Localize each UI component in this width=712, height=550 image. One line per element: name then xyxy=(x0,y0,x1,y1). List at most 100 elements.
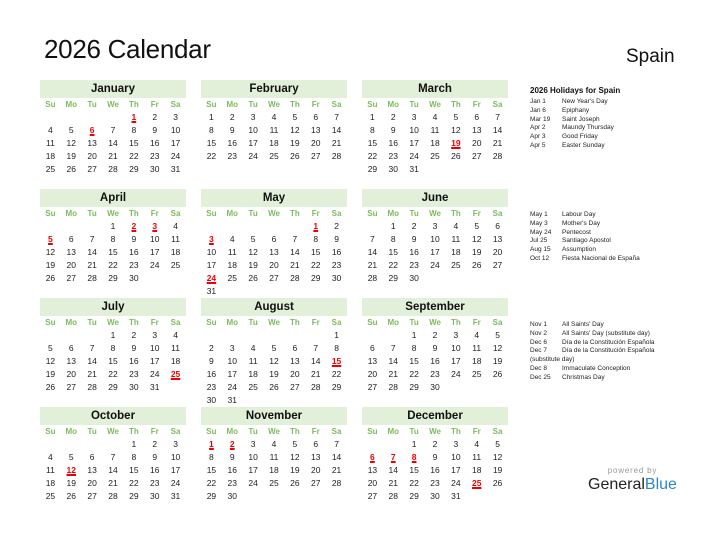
generalblue-logo[interactable]: GeneralBlue xyxy=(588,476,677,494)
day-cell: 9 xyxy=(152,452,158,462)
empty-cell xyxy=(61,329,82,342)
day-cell: 21 xyxy=(388,478,398,488)
day-cell: 17 xyxy=(170,465,181,475)
day-cell: 6 xyxy=(370,343,375,353)
day-cell: 25 xyxy=(248,382,258,392)
holiday-day: 2 xyxy=(131,221,137,231)
day-cell: 27 xyxy=(367,491,378,501)
day-cell: 26 xyxy=(492,369,503,379)
holiday-name: All Saints' Day xyxy=(562,321,604,328)
day-cell: 5 xyxy=(292,112,298,122)
holiday-day: 25 xyxy=(170,369,181,379)
day-cell: 15 xyxy=(388,247,398,257)
day-cell: 16 xyxy=(331,247,342,257)
day-cell: 17 xyxy=(227,369,237,379)
weekday-label: Sa xyxy=(331,318,342,327)
holiday-item: Oct 12 Fiesta Nacional de España xyxy=(530,255,640,264)
day-cell: 19 xyxy=(45,260,56,270)
day-cell: 27 xyxy=(471,151,482,161)
weekday-label: Tu xyxy=(87,209,97,218)
weekday-label: Th xyxy=(450,209,461,218)
day-cell: 24 xyxy=(170,151,181,161)
day-cell: 16 xyxy=(430,465,440,475)
holiday-day: 6 xyxy=(89,125,95,135)
day-grid: Su Mo Tu We Th Fr Sa 1 2 3 4 5 6 7 8 9 10 11 12 13 14 15 16 17 1… xyxy=(40,207,186,285)
day-cell: 30 xyxy=(149,164,160,174)
day-cell: 22 xyxy=(409,369,419,379)
day-cell: 19 xyxy=(492,356,503,366)
day-cell: 6 xyxy=(89,452,95,462)
day-cell: 2 xyxy=(229,112,235,122)
holiday-date: Dec 25 xyxy=(530,373,551,381)
day-cell: 23 xyxy=(129,369,139,379)
day-cell: 3 xyxy=(453,439,459,449)
day-cell: 2 xyxy=(432,439,438,449)
month-header: January xyxy=(40,80,186,98)
month-header: October xyxy=(40,407,186,425)
day-cell: 4 xyxy=(271,439,277,449)
weekday-label: Fr xyxy=(150,318,159,327)
day-cell: 23 xyxy=(149,151,160,161)
holiday-name: Mother's Day xyxy=(562,219,601,227)
weekday-label: Fr xyxy=(472,427,481,436)
empty-cell xyxy=(103,111,124,124)
weekday-label: Mo xyxy=(387,427,400,436)
day-cell: 4 xyxy=(271,112,277,122)
day-cell: 14 xyxy=(87,247,97,257)
weekday-label: Th xyxy=(450,427,461,436)
weekday-label: Tu xyxy=(87,318,97,327)
day-cell: 21 xyxy=(331,138,342,148)
day-cell: 17 xyxy=(248,138,258,148)
empty-cell xyxy=(264,329,285,342)
holiday-day: 19 xyxy=(451,138,461,148)
month-december: December Su Mo Tu We Th Fr Sa 1 2 3 4 5 6 7 8 9 10 11 12 13 1… xyxy=(362,407,508,503)
day-cell: 17 xyxy=(451,356,461,366)
holiday-item: Apr 5 Easter Sunday xyxy=(530,142,620,151)
weekday-label: Th xyxy=(289,427,300,436)
day-cell: 12 xyxy=(45,247,56,257)
weekday-label: Sa xyxy=(331,427,342,436)
day-cell: 25 xyxy=(430,151,440,161)
day-cell: 13 xyxy=(66,356,76,366)
brand-blue: Blue xyxy=(644,476,677,493)
holiday-name: Día de la Constitución Española xyxy=(562,338,655,346)
day-cell: 30 xyxy=(149,491,160,501)
holiday-name: Good Friday xyxy=(562,133,598,141)
day-cell: 9 xyxy=(152,125,158,135)
day-cell: 21 xyxy=(388,369,398,379)
day-cell: 5 xyxy=(68,452,74,462)
weekday-label: Su xyxy=(367,318,378,327)
holiday-day: 15 xyxy=(331,356,342,366)
month-november: November Su Mo Tu We Th Fr Sa 1 2 3 4 5 6 7 8 9 10 11 12 13 1… xyxy=(201,407,347,503)
day-cell: 23 xyxy=(149,478,160,488)
day-cell: 21 xyxy=(367,260,378,270)
day-cell: 14 xyxy=(290,247,300,257)
weekday-label: Fr xyxy=(150,100,159,109)
weekday-label: Su xyxy=(45,427,56,436)
empty-cell xyxy=(201,329,222,342)
day-cell: 29 xyxy=(129,491,139,501)
day-cell: 20 xyxy=(310,138,321,148)
day-cell: 7 xyxy=(334,112,339,122)
weekday-label: Th xyxy=(450,100,461,109)
empty-cell xyxy=(362,438,383,451)
day-cell: 10 xyxy=(430,234,440,244)
day-cell: 25 xyxy=(227,273,237,283)
weekday-label: Sa xyxy=(492,209,503,218)
holiday-item: Jan 1 New Year's Day xyxy=(530,98,620,107)
day-cell: 20 xyxy=(310,465,321,475)
day-cell: 1 xyxy=(370,112,375,122)
holiday-date: Apr 2 xyxy=(530,124,546,132)
day-cell: 13 xyxy=(66,247,76,257)
weekday-label: Mo xyxy=(65,209,78,218)
day-cell: 3 xyxy=(411,112,417,122)
day-cell: 28 xyxy=(388,491,398,501)
holiday-date: Dec 7 xyxy=(530,347,547,355)
month-header: March xyxy=(362,80,508,98)
weekday-label: Mo xyxy=(387,209,400,218)
weekday-label: Th xyxy=(289,100,300,109)
holiday-date: Apr 3 xyxy=(530,133,546,141)
weekday-label: Fr xyxy=(472,209,481,218)
weekday-label: Sa xyxy=(170,318,181,327)
day-cell: 9 xyxy=(229,452,235,462)
